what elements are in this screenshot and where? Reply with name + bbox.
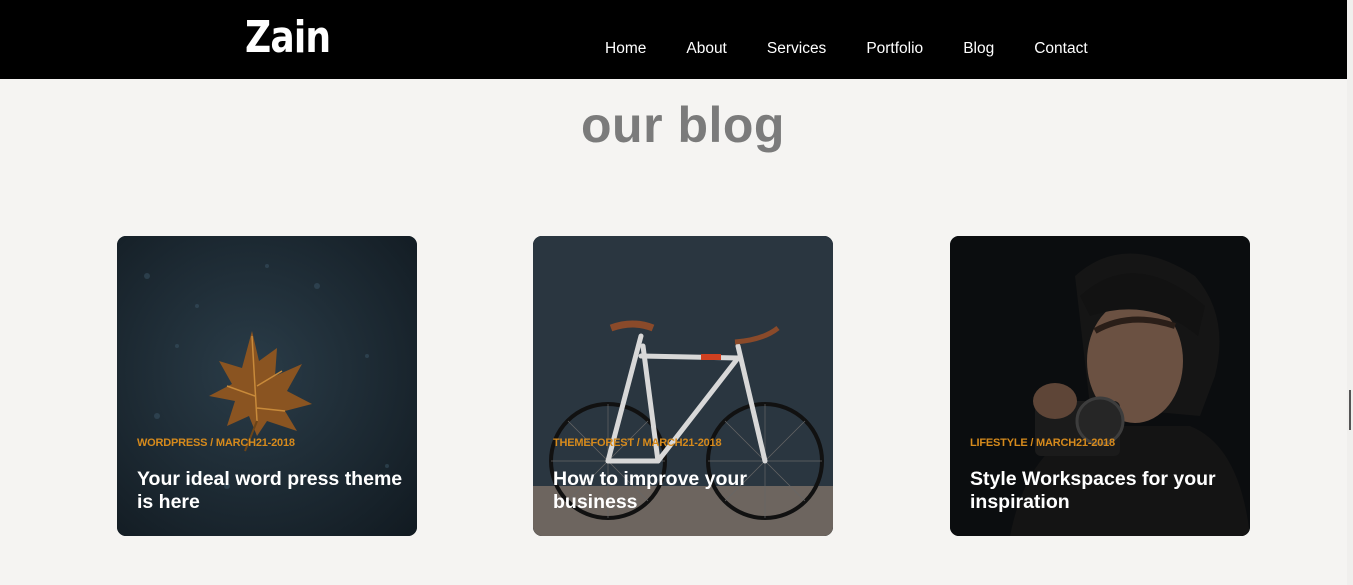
nav-link-home[interactable]: Home	[605, 40, 646, 58]
blog-card-title[interactable]: How to improve your business	[553, 468, 828, 514]
blog-card-meta: WORDPRESS / MARCH21-2018	[137, 437, 295, 449]
nav-link-portfolio[interactable]: Portfolio	[866, 40, 923, 58]
blog-card-meta: LIFESTYLE / MARCH21-2018	[970, 437, 1115, 449]
scrollbar-thumb[interactable]	[1349, 390, 1351, 430]
nav-menu: Home About Services Portfolio Blog Conta…	[605, 40, 1128, 58]
blog-card-meta: THEMEFOREST / MARCH21-2018	[553, 437, 722, 449]
scrollbar-track[interactable]	[1347, 0, 1353, 585]
section-title: our blog	[581, 97, 785, 153]
nav-link-blog[interactable]: Blog	[963, 40, 994, 58]
blog-card-title[interactable]: Style Workspaces for your inspiration	[970, 468, 1245, 514]
nav-link-about[interactable]: About	[686, 40, 727, 58]
navbar: Zain Home About Services Portfolio Blog …	[0, 0, 1347, 79]
blog-card[interactable]: THEMEFOREST / MARCH21-2018 How to improv…	[533, 236, 833, 536]
blog-card-title[interactable]: Your ideal word press theme is here	[137, 468, 412, 514]
blog-card[interactable]: LIFESTYLE / MARCH21-2018 Style Workspace…	[950, 236, 1250, 536]
nav-link-services[interactable]: Services	[767, 40, 826, 58]
nav-link-contact[interactable]: Contact	[1034, 40, 1087, 58]
blog-card[interactable]: WORDPRESS / MARCH21-2018 Your ideal word…	[117, 236, 417, 536]
logo[interactable]: Zain	[245, 12, 331, 63]
